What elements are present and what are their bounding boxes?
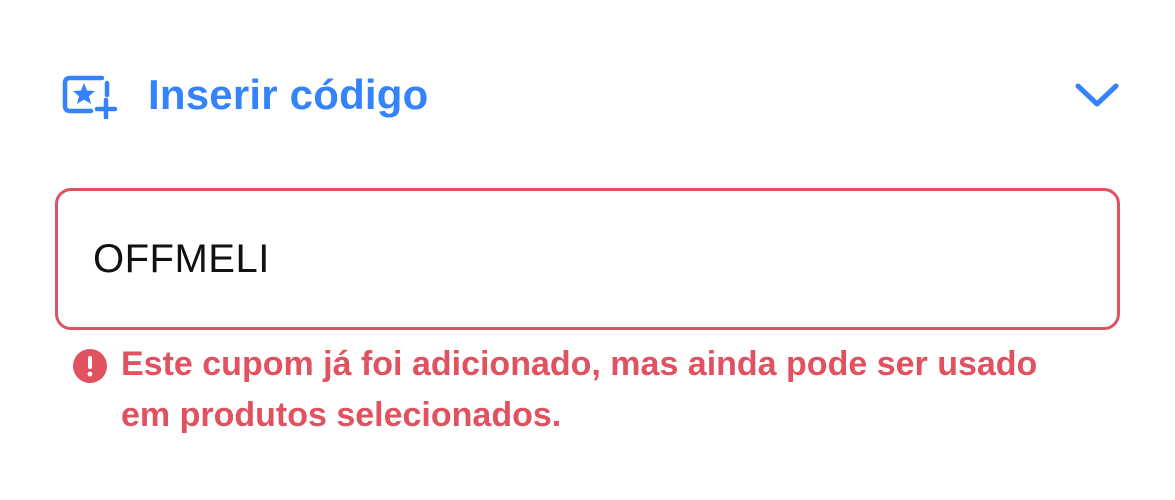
coupon-code-field[interactable] — [55, 188, 1120, 330]
coupon-star-plus-icon — [60, 71, 118, 119]
coupon-error-message: Este cupom já foi adicionado, mas ainda … — [72, 342, 1072, 441]
exclamation-circle-icon — [72, 348, 108, 384]
coupon-panel: Inserir código Este cupom já foi adicion… — [0, 0, 1175, 500]
error-text: Este cupom já foi adicionado, mas ainda … — [121, 345, 1038, 434]
insert-code-toggle[interactable]: Inserir código — [60, 60, 1120, 130]
insert-code-title: Inserir código — [148, 71, 429, 118]
coupon-code-input[interactable] — [93, 236, 1053, 282]
chevron-down-icon[interactable] — [1074, 74, 1120, 114]
